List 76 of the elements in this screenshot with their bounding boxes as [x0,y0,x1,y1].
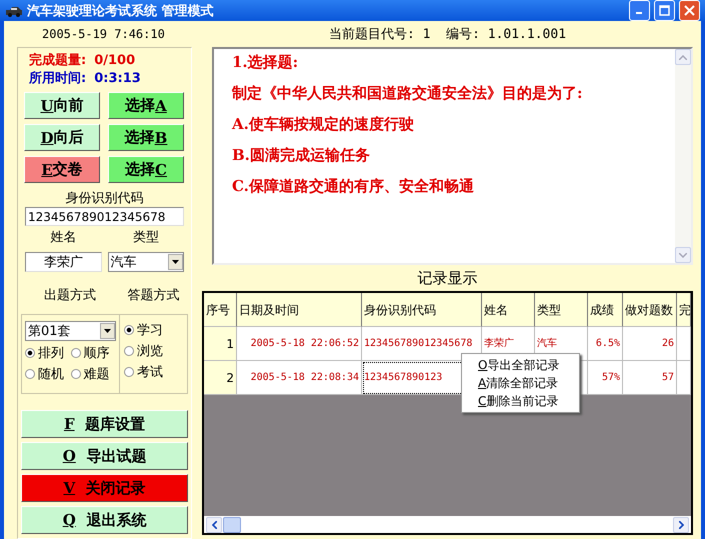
radio-button[interactable] [25,369,35,379]
scroll-thumb[interactable] [223,516,241,532]
radio-button[interactable] [124,325,134,335]
question-text: B.圆满完成运输任务 [232,145,371,166]
scroll-down-icon[interactable] [675,247,691,263]
column-header[interactable]: 做对题数 [623,293,677,327]
row-number: 2 [204,361,237,395]
radio-label[interactable]: 学习 [137,321,163,339]
records-title: 记录显示 [418,269,478,287]
action-button[interactable]: O 导出试题 [21,442,188,470]
menu-item[interactable]: C删除当前记录 [462,392,579,410]
date-time: 2005-5-19 7:46:10 [42,27,165,41]
action-button[interactable]: V 关闭记录 [21,474,188,502]
name-label: 姓名 [49,229,78,246]
submit-button[interactable]: E交卷 [24,156,100,183]
table-cell: 26 [623,327,677,361]
maximize-icon [659,5,670,16]
name-field[interactable]: 李荣广 [25,252,102,272]
column-header[interactable]: 序号 [204,293,237,327]
progress-value: 0/100 [94,52,136,70]
table-cell: 57% [588,361,623,395]
radio-label[interactable]: 难题 [84,365,110,383]
radio-label[interactable]: 顺序 [84,344,110,362]
scroll-up-icon[interactable] [675,49,691,65]
question-text: 1.选择题: [232,52,300,73]
table-cell: 123456789012345678 [362,327,482,361]
progress-label: 完成题量: [29,52,86,70]
choice-button[interactable]: 选择C [108,156,184,183]
radio-label[interactable]: 排列 [38,344,64,362]
question-mode-label: 出题方式 [43,287,97,304]
radio-button[interactable] [70,348,80,358]
question-text: A.使车辆按规定的速度行驶 [232,114,415,135]
action-button[interactable]: F 题库设置 [21,410,188,438]
set-dropdown[interactable]: 第01套 [25,321,116,341]
elapsed-label: 所用时间: [29,70,86,88]
table-cell: 6.5% [588,327,623,361]
dropdown-arrow-icon [104,329,111,333]
table-cell: 2005-5-18 22:08:34 [237,361,362,395]
close-button[interactable] [679,0,700,21]
id-field[interactable]: 123456789012345678 [25,207,184,226]
radio-label[interactable]: 考试 [137,363,163,381]
close-icon [684,5,695,16]
scroll-left-icon[interactable] [206,516,222,532]
choice-button[interactable]: 选择B [108,124,184,151]
column-header[interactable]: 日期及时间 [237,293,362,327]
action-button[interactable]: Q 退出系统 [21,506,188,534]
id-label: 身份识别代码 [64,190,144,207]
column-header[interactable]: 类型 [535,293,588,327]
type-dropdown[interactable]: 汽车 [108,252,184,272]
elapsed-value: 0:3:13 [94,70,141,88]
radio-button[interactable] [124,367,134,377]
row-number: 1 [204,327,237,361]
column-header[interactable]: 身份识别代码 [362,293,482,327]
question-text: 制定《中华人民共和国道路交通安全法》目的是为了: [232,83,584,104]
choice-button[interactable]: 选择A [108,92,184,119]
radio-label[interactable]: 浏览 [137,342,163,360]
column-header[interactable]: 成绩 [588,293,623,327]
dropdown-arrow-icon [172,260,179,264]
radio-button[interactable] [25,348,35,358]
radio-button[interactable] [70,369,80,379]
nav-button[interactable]: D向后 [24,124,100,151]
question-text: C.保障道路交通的有序、安全和畅通 [232,176,475,197]
maximize-button[interactable] [654,0,675,21]
column-header[interactable]: 姓名 [482,293,535,327]
table-cell: 2005-5-18 22:06:52 [237,327,362,361]
answer-mode-label: 答题方式 [126,287,180,304]
nav-button[interactable]: U向前 [24,92,100,119]
window-title: 汽车架驶理论考试系统 管理模式 [27,2,215,20]
question-header: 当前题目代号: 1 编号: 1.01.1.001 [328,26,566,43]
table-cell: 57 [623,361,677,395]
radio-label[interactable]: 随机 [38,365,64,383]
scroll-right-icon[interactable] [673,516,689,532]
type-label: 类型 [132,229,160,246]
minimize-button[interactable] [629,0,650,21]
car-icon [5,4,23,16]
radio-button[interactable] [124,346,134,356]
